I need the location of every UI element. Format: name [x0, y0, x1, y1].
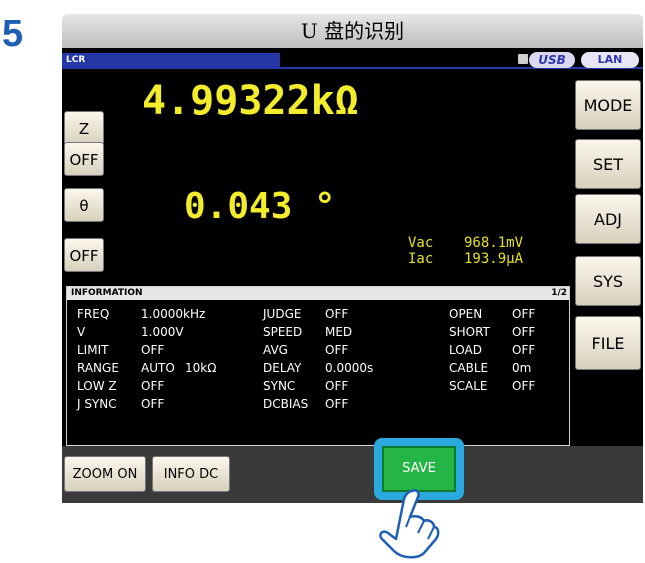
usb-status-badge: USB [529, 52, 575, 68]
information-panel: INFORMATION 1/2 FREQ 1.0000kHz JUDGE OFF… [66, 286, 570, 446]
param1-button[interactable]: Z [64, 111, 104, 145]
info-value: OFF [141, 343, 165, 357]
info-label: RANGE [77, 361, 119, 375]
info-label: LIMIT [77, 343, 109, 357]
info-label: AVG [263, 343, 288, 357]
save-button[interactable]: SAVE [382, 446, 456, 492]
info-value: OFF [512, 307, 536, 321]
info-value: OFF [325, 379, 349, 393]
iac-label: Iac [408, 251, 434, 267]
info-row: RANGE AUTO 10kΩ DELAY 0.0000s CABLE 0m [67, 359, 569, 377]
info-value: OFF [325, 397, 349, 411]
info-label: JUDGE [263, 307, 302, 321]
info-value: 1.000V [141, 325, 184, 339]
info-value: AUTO [141, 361, 175, 375]
info-value: MED [325, 325, 353, 339]
info-row: FREQ 1.0000kHz JUDGE OFF OPEN OFF [67, 305, 569, 323]
info-label: V [77, 325, 86, 339]
info-label: FREQ [77, 307, 110, 321]
info-value: 1.0000kHz [141, 307, 206, 321]
lan-status-badge: LAN [581, 52, 639, 68]
info-row: V 1.000V SPEED MED SHORT OFF [67, 323, 569, 341]
step-number: 5 [2, 13, 24, 55]
info-value: OFF [325, 307, 349, 321]
vac-value: 968.1mV [464, 235, 524, 251]
info-label: LOW Z [77, 379, 117, 393]
mode-button[interactable]: MODE [575, 80, 641, 130]
info-label: SYNC [263, 379, 296, 393]
info-label: SHORT [449, 325, 490, 339]
info-label: J SYNC [77, 397, 117, 411]
bottom-toolbar: ZOOM ON INFO DC [62, 446, 643, 503]
page-title: U 盘的识别 [62, 14, 643, 48]
param3-button[interactable]: θ [64, 188, 104, 222]
param4-button[interactable]: OFF [64, 238, 104, 272]
zoom-on-button[interactable]: ZOOM ON [64, 456, 146, 492]
info-value-extra: 10kΩ [185, 361, 217, 375]
info-row: LIMIT OFF AVG OFF LOAD OFF [67, 341, 569, 359]
iac-value: 193.9μA [464, 251, 524, 267]
info-label: DELAY [263, 361, 302, 375]
page-indicator: 1/2 [551, 288, 567, 298]
info-value: 0.0000s [325, 361, 374, 375]
info-label: LOAD [449, 343, 482, 357]
file-button[interactable]: FILE [575, 316, 641, 370]
vac-label: Vac [408, 235, 434, 251]
info-value: OFF [141, 397, 165, 411]
info-value: OFF [512, 343, 536, 357]
pointing-hand-icon [379, 489, 440, 559]
info-row: LOW Z OFF SYNC OFF SCALE OFF [67, 377, 569, 395]
sys-button[interactable]: SYS [575, 256, 641, 306]
information-header: INFORMATION [67, 287, 569, 300]
info-value: OFF [512, 379, 536, 393]
param3-value: 0.043 ° [184, 186, 336, 227]
mode-label: LCR [62, 53, 280, 67]
adj-button[interactable]: ADJ [575, 194, 641, 244]
info-label: OPEN [449, 307, 483, 321]
info-row: J SYNC OFF DCBIAS OFF [67, 395, 569, 413]
param1-value: 4.99322kΩ [142, 78, 359, 124]
info-value: OFF [141, 379, 165, 393]
info-label: DCBIAS [263, 397, 309, 411]
info-dc-button[interactable]: INFO DC [152, 456, 230, 492]
info-label: SPEED [263, 325, 303, 339]
info-value: OFF [325, 343, 349, 357]
param2-button[interactable]: OFF [64, 142, 104, 176]
storage-icon [518, 54, 528, 64]
info-label: CABLE [449, 361, 489, 375]
info-label: SCALE [449, 379, 488, 393]
info-value: OFF [512, 325, 536, 339]
set-button[interactable]: SET [575, 139, 641, 189]
instrument-screen: LCR USB LAN Z 4.99322kΩ OFF θ 0.043 ° OF… [62, 48, 643, 503]
info-value: 0m [512, 361, 532, 375]
